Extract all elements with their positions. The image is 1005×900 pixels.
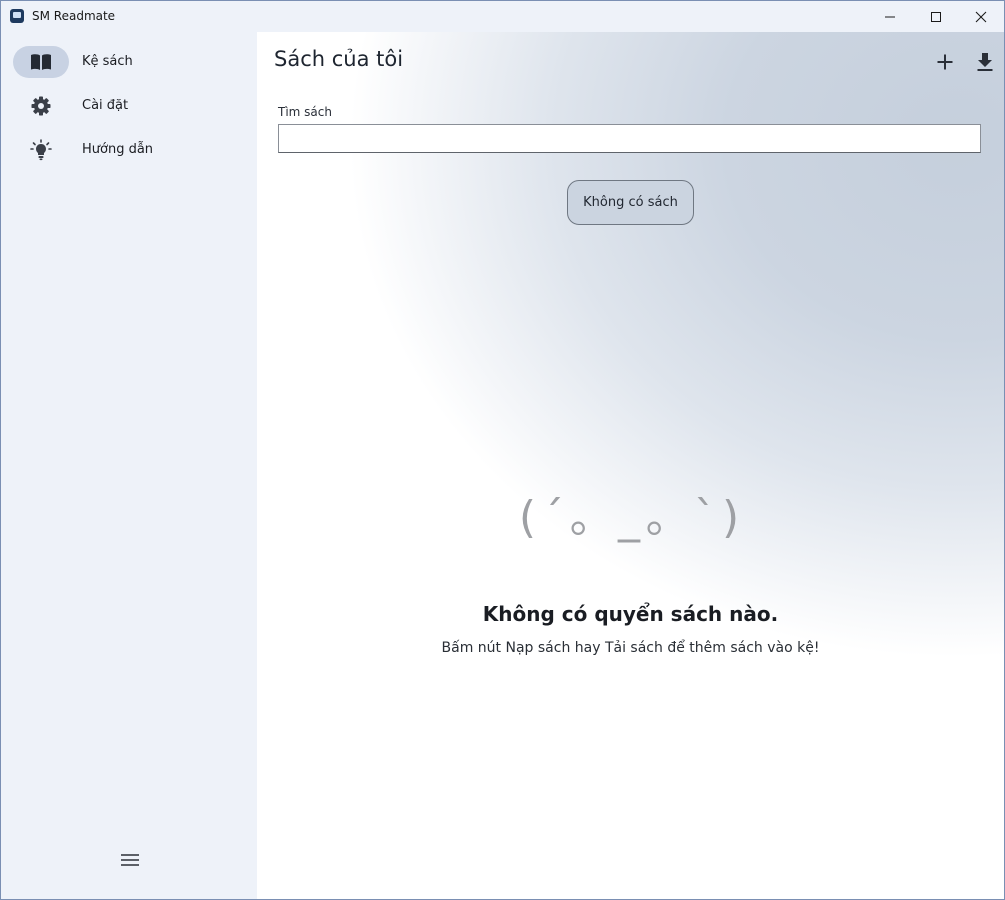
menu-toggle-button[interactable] [117, 850, 143, 870]
empty-state-emoticon: (´｡ _｡ `) [518, 492, 746, 543]
plus-icon [937, 54, 953, 70]
nav-label-settings: Cài đặt [82, 98, 129, 113]
add-book-button[interactable] [931, 48, 959, 76]
main-content: Sách của tôi Tìm sách Không có sách (´｡ … [257, 32, 1004, 899]
nav-item-bookshelf[interactable]: Kệ sách [1, 46, 257, 80]
navigation-rail: Kệ sách Cài đặt Hướng dẫn [1, 32, 257, 899]
lightbulb-icon [29, 139, 53, 161]
nav-label-guide: Hướng dẫn [82, 142, 154, 157]
empty-state-subtitle: Bấm nút Nạp sách hay Tải sách để thêm sá… [441, 640, 820, 656]
gear-icon [29, 96, 53, 116]
download-icon [977, 53, 993, 71]
minimize-button[interactable] [867, 1, 913, 32]
search-input[interactable] [278, 124, 981, 153]
no-books-button[interactable]: Không có sách [567, 180, 694, 225]
maximize-icon [931, 11, 941, 22]
nav-item-settings[interactable]: Cài đặt [1, 90, 257, 124]
app-icon [10, 9, 24, 23]
window-title: SM Readmate [32, 9, 116, 23]
close-button[interactable] [958, 1, 1004, 32]
hamburger-icon [121, 854, 139, 866]
nav-label-bookshelf: Kệ sách [82, 54, 133, 69]
maximize-button[interactable] [913, 1, 959, 32]
search-label: Tìm sách [278, 105, 332, 119]
page-title: Sách của tôi [274, 47, 404, 71]
app-window: SM Readmate Kệ sách Cài đặt Hướng dẫn Sá… [0, 0, 1005, 900]
nav-item-guide[interactable]: Hướng dẫn [1, 134, 257, 168]
close-icon [975, 11, 987, 22]
title-bar[interactable]: SM Readmate [1, 1, 1004, 32]
download-book-button[interactable] [971, 48, 999, 76]
empty-state-title: Không có quyển sách nào. [482, 602, 779, 626]
minimize-icon [885, 16, 895, 17]
book-icon [29, 52, 53, 72]
